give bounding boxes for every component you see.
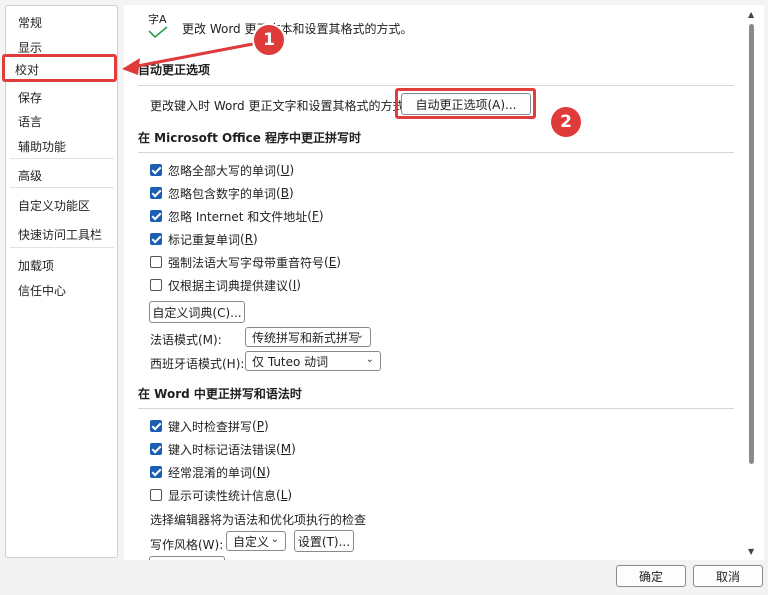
- checkbox-unchecked: [150, 256, 162, 268]
- checkbox-checked: [150, 466, 162, 478]
- writing-style-label: 写作风格(W):: [150, 538, 224, 552]
- custom-dictionaries-button[interactable]: 自定义词典(C)...: [149, 301, 245, 323]
- french-accent-checkbox[interactable]: 强制法语大写字母带重音符号(E): [150, 254, 341, 270]
- readability-statistics-checkbox[interactable]: 显示可读性统计信息(L): [150, 487, 292, 503]
- french-mode-select[interactable]: 传统拼写和新式拼写 ⌄: [245, 327, 371, 347]
- french-mode-label: 法语模式(M):: [150, 333, 222, 347]
- flag-repeated-words-checkbox[interactable]: 标记重复单词(R): [150, 231, 258, 247]
- ok-button[interactable]: 确定: [616, 565, 686, 587]
- grammar-settings-button[interactable]: 设置(T)...: [294, 530, 354, 552]
- callout-badge-1: 1: [254, 25, 284, 55]
- sidebar: 常规 显示 保存 语言 辅助功能 高级 自定义功能区 快速访问工具栏 加载项 信…: [5, 5, 118, 558]
- callout-badge-2: 2: [551, 107, 581, 137]
- section-divider: [138, 408, 734, 409]
- frequently-confused-words-checkbox[interactable]: 经常混淆的单词(N): [150, 464, 270, 480]
- chevron-down-icon: ⌄: [365, 354, 374, 365]
- check-spelling-as-you-type-checkbox[interactable]: 键入时检查拼写(P): [150, 418, 269, 434]
- sidebar-item-label: 校对: [15, 63, 40, 77]
- ignore-numbers-checkbox[interactable]: 忽略包含数字的单词(B): [150, 185, 294, 201]
- checkbox-checked: [150, 164, 162, 176]
- sidebar-item-customize-ribbon[interactable]: 自定义功能区: [18, 197, 90, 214]
- sidebar-item-addins[interactable]: 加载项: [18, 257, 54, 274]
- vertical-scrollbar[interactable]: ▲ ▼: [745, 10, 759, 558]
- sidebar-item-save[interactable]: 保存: [18, 89, 42, 106]
- scroll-down-icon[interactable]: ▼: [748, 547, 754, 556]
- spanish-mode-label: 西班牙语模式(H):: [150, 357, 245, 371]
- sidebar-item-language[interactable]: 语言: [18, 113, 42, 130]
- cancel-button[interactable]: 取消: [693, 565, 763, 587]
- autocorrect-section-title: 自动更正选项: [138, 63, 211, 77]
- checkbox-checked: [150, 420, 162, 432]
- editor-checks-description: 选择编辑器将为语法和优化项执行的检查: [150, 513, 367, 527]
- autocorrect-description: 更改键入时 Word 更正文字和设置其格式的方式:: [150, 99, 409, 113]
- checkbox-unchecked: [150, 489, 162, 501]
- checkbox-checked: [150, 443, 162, 455]
- section-divider: [138, 85, 734, 86]
- sidebar-item-advanced[interactable]: 高级: [18, 167, 42, 184]
- sidebar-item-general[interactable]: 常规: [18, 14, 42, 31]
- word-spelling-section-title: 在 Word 中更正拼写和语法时: [138, 387, 302, 401]
- sidebar-item-trust-center[interactable]: 信任中心: [18, 282, 66, 299]
- writing-style-select[interactable]: 自定义 ⌄: [226, 531, 286, 551]
- sidebar-divider: [10, 158, 114, 159]
- checkbox-unchecked: [150, 279, 162, 291]
- header-description: 更改 Word 更正文本和设置其格式的方式。: [182, 22, 413, 36]
- section-divider: [138, 152, 734, 153]
- sidebar-item-accessibility[interactable]: 辅助功能: [18, 138, 66, 155]
- chevron-down-icon: ⌄: [270, 534, 279, 545]
- scroll-up-icon[interactable]: ▲: [748, 10, 754, 19]
- sidebar-divider: [10, 187, 114, 188]
- chevron-down-icon: ⌄: [355, 330, 364, 341]
- office-spelling-section-title: 在 Microsoft Office 程序中更正拼写时: [138, 131, 362, 145]
- spanish-mode-select[interactable]: 仅 Tuteo 动词 ⌄: [245, 351, 381, 371]
- sidebar-item-proofing[interactable]: 校对: [2, 54, 117, 82]
- autocorrect-button-highlight: [395, 88, 536, 119]
- checkbox-checked: [150, 233, 162, 245]
- word-options-dialog: 常规 显示 保存 语言 辅助功能 高级 自定义功能区 快速访问工具栏 加载项 信…: [0, 0, 768, 595]
- main-dictionary-only-checkbox[interactable]: 仅根据主词典提供建议(I): [150, 277, 301, 293]
- sidebar-divider: [10, 247, 114, 248]
- sidebar-item-quick-access-toolbar[interactable]: 快速访问工具栏: [18, 226, 102, 243]
- partial-button-cutoff[interactable]: [149, 556, 225, 560]
- checkbox-checked: [150, 187, 162, 199]
- scrollbar-thumb[interactable]: [749, 24, 754, 464]
- ignore-internet-addresses-checkbox[interactable]: 忽略 Internet 和文件地址(F): [150, 208, 324, 224]
- mark-grammar-errors-checkbox[interactable]: 键入时标记语法错误(M): [150, 441, 296, 457]
- ignore-uppercase-checkbox[interactable]: 忽略全部大写的单词(U): [150, 162, 294, 178]
- abc-check-icon: 字A: [146, 11, 172, 41]
- checkbox-checked: [150, 210, 162, 222]
